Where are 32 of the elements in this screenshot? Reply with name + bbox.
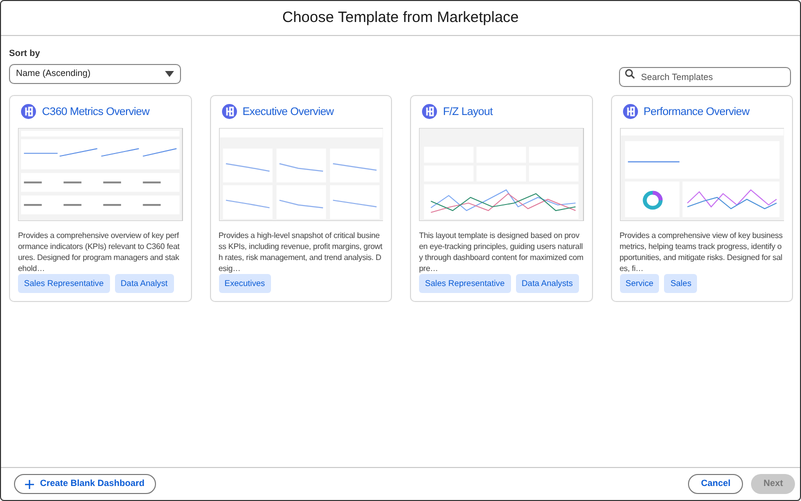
- tag: Service: [620, 274, 660, 292]
- template-description: Provides a comprehensive overview of key performance indicators (KPIs) relevant to C360 features. Designed for program managers and stakehold…: [18, 230, 180, 274]
- template-logo-icon: [21, 104, 36, 120]
- tag: Executives: [218, 274, 271, 292]
- template-description: Provides a high-level snapshot of critical business KPIs, including revenue, profit margins, growth rates, risk management, and trend analysis. Desig…: [218, 230, 383, 274]
- template-title[interactable]: Performance Overview: [644, 104, 750, 120]
- template-description: This layout template is designed based on proven eye-tracking principles, guiding users naturally through dashboard content for maximized compre…: [419, 230, 584, 274]
- template-card[interactable]: F/Z Layout This layout template is designed based on proven eye-tracking principles, guiding users naturally through dashboard content for maximized compre… Sales Representative Data Analysts: [410, 94, 592, 302]
- template-title[interactable]: F/Z Layout: [443, 104, 493, 120]
- tag: Sales Representative: [419, 274, 511, 292]
- tag: Sales Representative: [18, 274, 110, 292]
- tag: Sales: [664, 274, 698, 292]
- template-logo-icon: [422, 104, 437, 120]
- template-card[interactable]: Performance Overview Provides a comprehensive view of key business metrics, helping teams track progress, identify opportunities, and mitigate risks. Designed for sales, fi… Service Sales: [610, 94, 793, 302]
- template-description: Provides a comprehensive view of key business metrics, helping teams track progress, identify opportunities, and mitigate risks. Designed for sales, fi…: [620, 230, 784, 274]
- dialog-title: Choose Template from Marketplace: [282, 8, 519, 28]
- sort-label: Sort by: [9, 47, 42, 60]
- template-title[interactable]: C360 Metrics Overview: [42, 104, 150, 120]
- template-title[interactable]: Executive Overview: [242, 104, 334, 120]
- tag: Data Analyst: [114, 274, 174, 292]
- caret-icon: [165, 70, 174, 76]
- tag: Data Analysts: [516, 274, 579, 292]
- sort-dropdown[interactable]: Name (Ascending): [9, 64, 181, 84]
- cancel-button[interactable]: Cancel: [688, 474, 744, 494]
- create-dashboard-button[interactable]: Create Blank Dashboard: [14, 474, 156, 494]
- search-field[interactable]: Search Templates: [619, 66, 791, 86]
- template-logo-icon: [222, 104, 236, 120]
- plus-icon: [25, 480, 34, 488]
- template-card[interactable]: C360 Metrics Overview Provides a comprehensive overview of key performance indicators (KPIs) relevant to C360 features. Designed for program managers and stakehold… Sales Representative Data Analyst: [9, 94, 192, 302]
- template-card[interactable]: Executive Overview Provides a high-level snapshot of critical business KPIs, including revenue, profit margins, growth rates, risk management, and trend analysis. Desig… Executives: [210, 94, 392, 302]
- template-logo-icon: [622, 104, 638, 120]
- search-icon: [625, 68, 635, 78]
